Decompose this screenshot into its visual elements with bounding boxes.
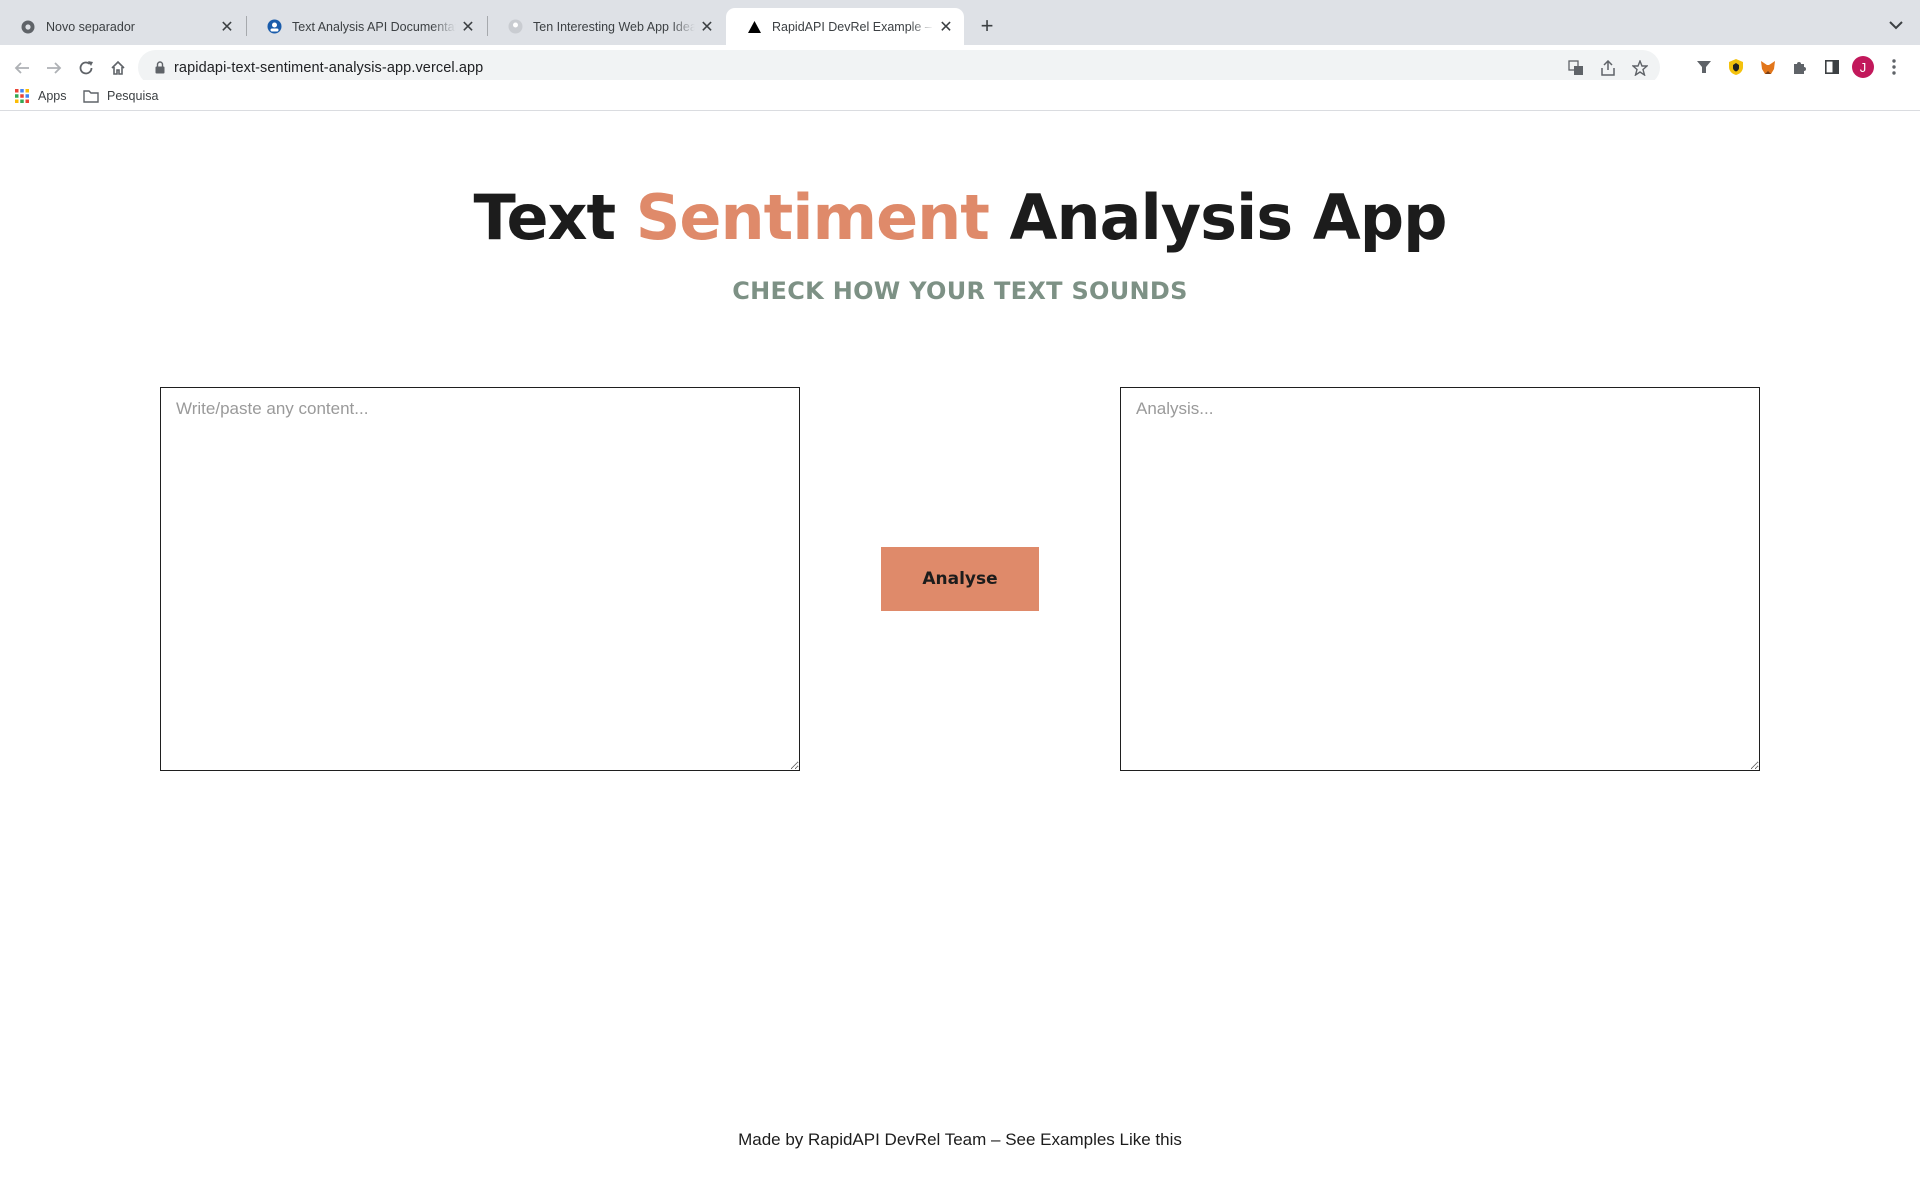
page-subtitle: CHECK HOW YOUR TEXT SOUNDS: [732, 277, 1188, 305]
lock-icon[interactable]: [152, 60, 168, 76]
analyse-button[interactable]: Analyse: [881, 547, 1039, 611]
title-text-part: Text: [473, 181, 636, 254]
page-content: Text Sentiment Analysis App CHECK HOW YO…: [0, 111, 1920, 1200]
folder-icon: [83, 88, 99, 104]
rapidapi-icon: [266, 19, 282, 35]
profile-avatar[interactable]: J: [1852, 56, 1874, 78]
bookmark-label: Pesquisa: [107, 89, 159, 103]
chrome-icon: [20, 19, 36, 35]
forward-icon[interactable]: [40, 54, 68, 82]
reload-icon[interactable]: [72, 54, 100, 82]
tab-active-sentiment-app[interactable]: RapidAPI DevRel Example – Text Sentiment…: [726, 8, 964, 45]
tab-title: RapidAPI DevRel Example – Text Sentiment…: [772, 19, 934, 34]
puzzle-extensions-icon[interactable]: [1788, 55, 1812, 79]
url-text: rapidapi-text-sentiment-analysis-app.ver…: [174, 59, 484, 76]
close-icon[interactable]: ✕: [456, 15, 480, 39]
tab-strip: Novo separador ✕ Text Analysis API Docum…: [0, 0, 1920, 45]
apps-grid-icon: [14, 88, 30, 104]
analysis-output[interactable]: [1120, 387, 1760, 771]
extension-shield-icon[interactable]: [1724, 55, 1748, 79]
new-tab-button[interactable]: +: [973, 12, 1001, 40]
close-icon[interactable]: ✕: [934, 15, 958, 39]
metamask-fox-icon[interactable]: [1756, 55, 1780, 79]
extension-filter-icon[interactable]: [1692, 55, 1716, 79]
tab-text-analysis-docs[interactable]: Text Analysis API Documentation ✕: [246, 8, 486, 45]
share-icon[interactable]: [1596, 56, 1620, 80]
star-icon[interactable]: [1628, 56, 1652, 80]
bookmark-apps[interactable]: Apps: [14, 84, 67, 108]
close-icon[interactable]: ✕: [695, 15, 719, 39]
back-icon[interactable]: [8, 54, 36, 82]
close-icon[interactable]: ✕: [215, 15, 239, 39]
vercel-triangle-icon: [746, 19, 762, 35]
chevron-down-icon[interactable]: [1884, 13, 1908, 37]
bookmarks-bar: Apps Pesquisa: [0, 80, 1920, 111]
home-icon[interactable]: [104, 54, 132, 82]
more-menu-icon[interactable]: [1882, 55, 1906, 79]
tab-title: Text Analysis API Documentation: [292, 19, 456, 34]
title-text-part: Analysis App: [988, 181, 1448, 254]
footer-credit: Made by RapidAPI DevRel Team – See Examp…: [738, 1130, 1182, 1149]
avatar-icon: [507, 19, 523, 35]
page-title: Text Sentiment Analysis App: [0, 181, 1920, 254]
tab-novo-separador[interactable]: Novo separador ✕: [0, 8, 245, 45]
content-input[interactable]: [160, 387, 800, 771]
bookmark-pesquisa[interactable]: Pesquisa: [83, 84, 158, 108]
tab-title: Ten Interesting Web App Ideas: [533, 19, 695, 34]
tab-web-app-ideas[interactable]: Ten Interesting Web App Ideas ✕: [487, 8, 725, 45]
side-panel-icon[interactable]: [1820, 55, 1844, 79]
title-accent-word: Sentiment: [635, 181, 990, 254]
bookmark-label: Apps: [38, 89, 67, 103]
translate-icon[interactable]: [1564, 56, 1588, 80]
tab-title: Novo separador: [46, 19, 135, 34]
